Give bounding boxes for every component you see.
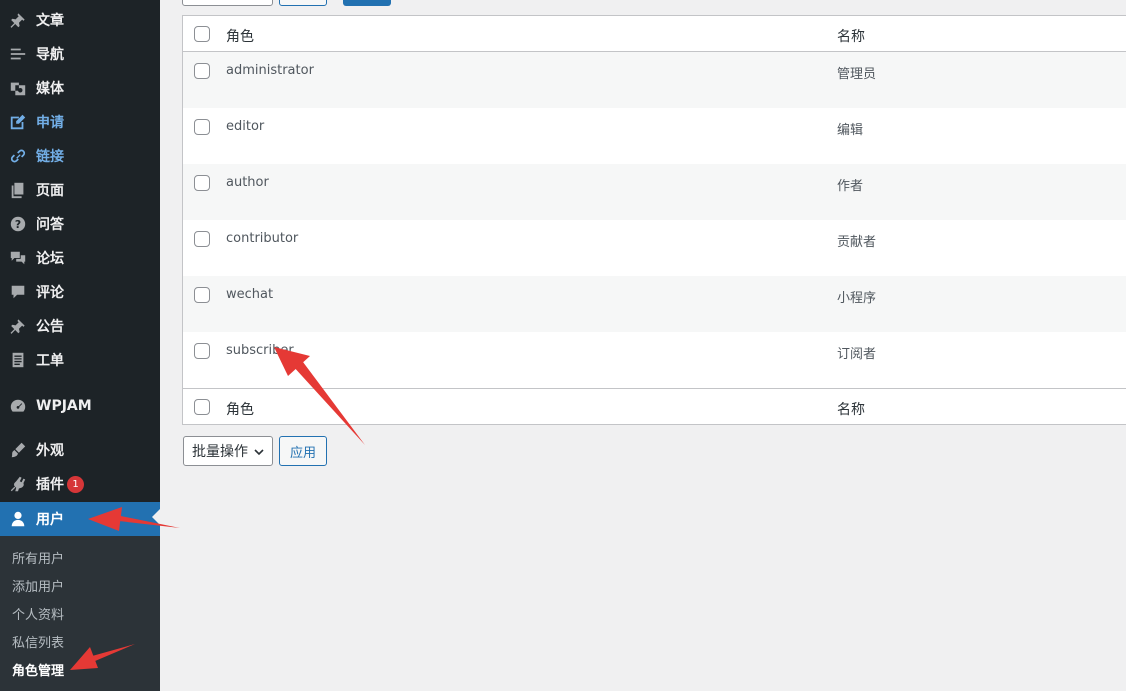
sidebar-item-label: 公告 [36,319,64,335]
sidebar-item-media[interactable]: 媒体 [0,71,160,105]
sidebar-item-links[interactable]: 链接 [0,139,160,173]
sidebar-item-qa[interactable]: ? 问答 [0,207,160,241]
sidebar-item-label: 论坛 [36,251,64,267]
role-name: 订阅者 [837,347,877,362]
role-slug[interactable]: author [226,175,269,190]
role-slug[interactable]: administrator [226,63,314,78]
sidebar-item-users[interactable]: 用户 [0,502,160,536]
user-icon [9,510,27,528]
role-name: 管理员 [837,67,877,82]
bulk-actions-selected-value: 批量操作 [192,444,248,460]
edit-icon [9,113,27,131]
role-slug[interactable]: wechat [226,287,273,302]
table-row: contributor 贡献者 [183,220,1126,276]
row-checkbox[interactable] [194,287,210,303]
submenu-role-management[interactable]: 角色管理 [12,660,64,679]
sidebar-item-label: 用户 [36,512,64,528]
forum-icon [9,249,27,267]
sidebar-item-appearance[interactable]: 外观 [0,433,160,467]
table-row: author 作者 [183,164,1126,220]
admin-sidebar: 文章 导航 媒体 申请 链接 页面 ? 问答 论坛 评论 公告 工单 WPJAM… [0,0,160,691]
question-icon: ? [9,215,27,233]
table-row: administrator 管理员 [183,52,1126,108]
row-checkbox[interactable] [194,175,210,191]
sidebar-item-forum[interactable]: 论坛 [0,241,160,275]
row-checkbox[interactable] [194,343,210,359]
pushpin-icon [9,317,27,335]
submenu-messages[interactable]: 私信列表 [12,632,64,651]
media-icon [9,79,27,97]
sidebar-item-nav[interactable]: 导航 [0,37,160,71]
table-footer-row: 角色 名称 [183,388,1126,424]
sidebar-item-label: 导航 [36,47,64,63]
sidebar-item-label: 文章 [36,13,64,29]
sidebar-item-label: 媒体 [36,81,64,97]
top-bulk-select[interactable] [182,0,273,6]
roles-table: 角色 名称 administrator 管理员 editor 编辑 author… [182,15,1126,425]
menu-lines-icon [9,45,27,63]
select-all-checkbox-footer[interactable] [194,399,210,415]
sidebar-item-wpjam[interactable]: WPJAM [0,389,160,423]
bulk-actions-select[interactable]: 批量操作 [183,436,273,466]
sidebar-item-label: 工单 [36,353,64,369]
column-header-role[interactable]: 角色 [226,26,254,46]
sidebar-item-posts[interactable]: 文章 [0,3,160,37]
current-menu-notch [152,509,160,525]
top-apply-button[interactable] [279,0,327,6]
role-slug[interactable]: subscriber [226,343,294,358]
comment-icon [9,283,27,301]
table-row: subscriber 订阅者 [183,332,1126,388]
sidebar-item-label: 页面 [36,183,64,199]
role-slug[interactable]: editor [226,119,264,134]
column-header-name[interactable]: 名称 [837,26,865,46]
column-footer-name[interactable]: 名称 [837,399,865,419]
column-footer-role[interactable]: 角色 [226,399,254,419]
brush-icon [9,441,27,459]
sidebar-item-tickets[interactable]: 工单 [0,343,160,377]
role-name: 小程序 [837,291,877,306]
top-primary-button[interactable] [343,0,391,6]
role-name: 编辑 [837,123,864,138]
users-submenu: 所有用户 添加用户 个人资料 私信列表 角色管理 [0,536,160,691]
submenu-all-users[interactable]: 所有用户 [12,548,64,567]
role-name: 贡献者 [837,235,877,250]
chevron-down-icon [253,446,265,458]
submenu-profile[interactable]: 个人资料 [12,604,64,623]
sidebar-item-label: 申请 [36,115,64,131]
select-all-checkbox[interactable] [194,26,210,42]
pages-icon [9,181,27,199]
table-header-row: 角色 名称 [183,16,1126,52]
sidebar-item-pages[interactable]: 页面 [0,173,160,207]
row-checkbox[interactable] [194,231,210,247]
sidebar-item-apply[interactable]: 申请 [0,105,160,139]
sidebar-item-label: 评论 [36,285,64,301]
sidebar-item-label: 外观 [36,443,64,459]
dashboard-gauge-icon [9,397,27,415]
update-count-badge: 1 [67,475,84,493]
sidebar-item-label: WPJAM [36,398,92,414]
role-name: 作者 [837,179,864,194]
sidebar-item-label: 插件 [36,477,64,493]
sidebar-item-comments[interactable]: 评论 [0,275,160,309]
submenu-add-user[interactable]: 添加用户 [12,576,64,595]
plugin-icon [9,475,27,493]
link-icon [9,147,27,165]
row-checkbox[interactable] [194,63,210,79]
apply-button[interactable]: 应用 [279,436,327,466]
row-checkbox[interactable] [194,119,210,135]
sidebar-item-plugins[interactable]: 插件 1 [0,467,160,501]
table-row: editor 编辑 [183,108,1126,164]
document-icon [9,351,27,369]
sidebar-item-label: 问答 [36,217,64,233]
sidebar-item-notices[interactable]: 公告 [0,309,160,343]
table-row: wechat 小程序 [183,276,1126,332]
role-slug[interactable]: contributor [226,231,298,246]
sidebar-item-label: 链接 [36,149,64,165]
svg-text:?: ? [15,218,21,231]
pushpin-icon [9,11,27,29]
